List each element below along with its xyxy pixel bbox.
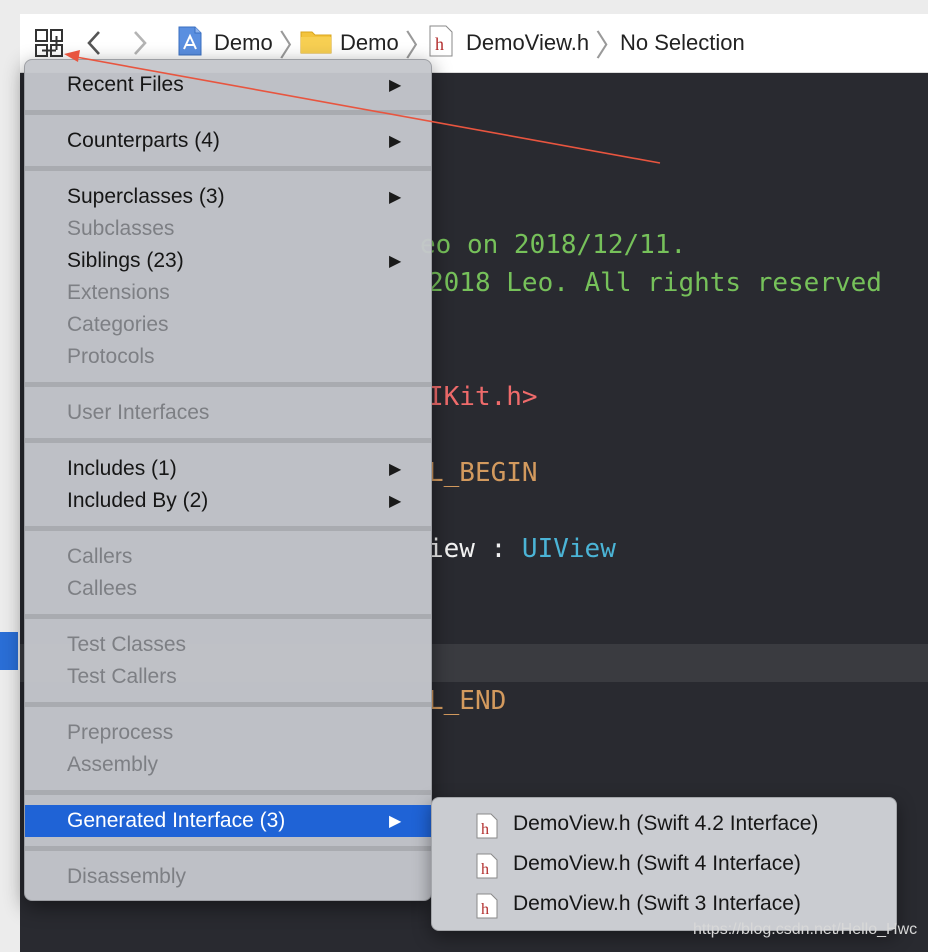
menu-separator [25, 110, 431, 115]
window-top-strip [0, 0, 928, 15]
menu-item-disassembly: Disassembly [25, 861, 431, 893]
menu-separator [25, 846, 431, 851]
menu-item-test-classes: Test Classes [25, 629, 431, 661]
code-line: eo on 2018/12/11. [420, 230, 687, 260]
breadcrumb-symbol[interactable]: No Selection [620, 14, 745, 72]
menu-separator [25, 382, 431, 387]
menu-item-subclasses: Subclasses [25, 213, 431, 245]
submenu-item-swift-4-2[interactable]: h DemoView.h (Swift 4.2 Interface) [432, 805, 896, 843]
menu-item-label: Test Callers [67, 665, 177, 688]
menu-item-includes[interactable]: Includes (1) ▶ [25, 453, 431, 485]
menu-separator [25, 166, 431, 171]
code-token: iew : [428, 534, 522, 564]
submenu-item-label: DemoView.h (Swift 3 Interface) [513, 892, 801, 915]
menu-separator [25, 438, 431, 443]
menu-item-siblings[interactable]: Siblings (23) ▶ [25, 245, 431, 277]
menu-item-label: Callees [67, 577, 138, 600]
header-file-icon: h [476, 893, 498, 932]
menu-separator [25, 614, 431, 619]
project-icon [176, 25, 204, 62]
breadcrumb-label: No Selection [620, 30, 745, 55]
svg-text:h: h [435, 34, 444, 54]
menu-item-assembly: Assembly [25, 749, 431, 781]
code-line: IKit.h> [428, 382, 538, 412]
navigator-selection [0, 632, 18, 670]
menu-item-label: Preprocess [67, 721, 174, 744]
related-items-menu: Recent Files ▶ Counterparts (4) ▶ Supercla… [24, 59, 432, 901]
submenu-item-label: DemoView.h (Swift 4 Interface) [513, 852, 801, 875]
menu-item-label: Categories [67, 313, 169, 336]
menu-item-generated-interface[interactable]: Generated Interface (3) ▶ [25, 805, 431, 837]
breadcrumb-label: DemoView.h [466, 30, 590, 55]
menu-item-label: Test Classes [67, 633, 187, 656]
menu-separator [25, 790, 431, 795]
code-line: iew : UIView [428, 530, 616, 568]
menu-item-superclasses[interactable]: Superclasses (3) ▶ [25, 181, 431, 213]
code-line: L_END [428, 686, 507, 716]
folder-icon [300, 28, 332, 59]
menu-item-protocols: Protocols [25, 341, 431, 373]
menu-item-label: Superclasses (3) [67, 185, 225, 208]
code-line: 2018 Leo. All rights reserved [428, 268, 882, 298]
submenu-arrow-icon: ▶ [389, 811, 402, 830]
menu-item-user-interfaces: User Interfaces [25, 397, 431, 429]
menu-item-label: Callers [67, 545, 133, 568]
menu-item-label: Includes (1) [67, 457, 177, 480]
menu-item-label: Disassembly [67, 865, 187, 888]
menu-item-label: Included By (2) [67, 489, 209, 512]
submenu-item-swift-4[interactable]: h DemoView.h (Swift 4 Interface) [432, 845, 896, 883]
menu-item-label: Counterparts (4) [67, 129, 220, 152]
menu-item-test-callers: Test Callers [25, 661, 431, 693]
menu-item-recent-files[interactable]: Recent Files ▶ [25, 69, 431, 101]
code-line: L_BEGIN [428, 458, 538, 488]
menu-item-label: Recent Files [67, 73, 184, 96]
menu-item-label: Generated Interface (3) [67, 809, 286, 832]
menu-item-callees: Callees [25, 573, 431, 605]
submenu-arrow-icon: ▶ [389, 131, 402, 150]
menu-item-label: Subclasses [67, 217, 175, 240]
menu-item-counterparts[interactable]: Counterparts (4) ▶ [25, 125, 431, 157]
submenu-arrow-icon: ▶ [389, 187, 402, 206]
header-file-icon: h [428, 25, 454, 62]
code-token-class: UIView [521, 534, 616, 564]
breadcrumb-label: Demo [340, 30, 399, 55]
svg-text:h: h [481, 821, 489, 838]
submenu-arrow-icon: ▶ [389, 75, 402, 94]
svg-text:h: h [481, 861, 489, 878]
menu-separator [25, 526, 431, 531]
menu-item-label: Assembly [67, 753, 159, 776]
submenu-arrow-icon: ▶ [389, 491, 402, 510]
menu-item-categories: Categories [25, 309, 431, 341]
menu-item-label: Protocols [67, 345, 155, 368]
submenu-item-label: DemoView.h (Swift 4.2 Interface) [513, 812, 819, 835]
menu-item-label: Extensions [67, 281, 170, 304]
svg-text:h: h [481, 901, 489, 918]
navigator-edge [0, 14, 21, 952]
menu-item-label: User Interfaces [67, 401, 210, 424]
generated-interface-submenu: h DemoView.h (Swift 4.2 Interface) h Dem… [431, 797, 897, 931]
submenu-arrow-icon: ▶ [389, 459, 402, 478]
submenu-item-swift-3[interactable]: h DemoView.h (Swift 3 Interface) [432, 885, 896, 923]
watermark: https://blog.csdn.net/Hello_Hwc [693, 921, 918, 938]
menu-item-included-by[interactable]: Included By (2) ▶ [25, 485, 431, 517]
submenu-arrow-icon: ▶ [389, 251, 402, 270]
menu-item-preprocess: Preprocess [25, 717, 431, 749]
breadcrumb-file[interactable]: h DemoView.h 〉 [428, 14, 625, 72]
breadcrumb-label: Demo [214, 30, 273, 55]
menu-item-callers: Callers [25, 541, 431, 573]
menu-item-label: Siblings (23) [67, 249, 184, 272]
menu-separator [25, 702, 431, 707]
menu-item-extensions: Extensions [25, 277, 431, 309]
